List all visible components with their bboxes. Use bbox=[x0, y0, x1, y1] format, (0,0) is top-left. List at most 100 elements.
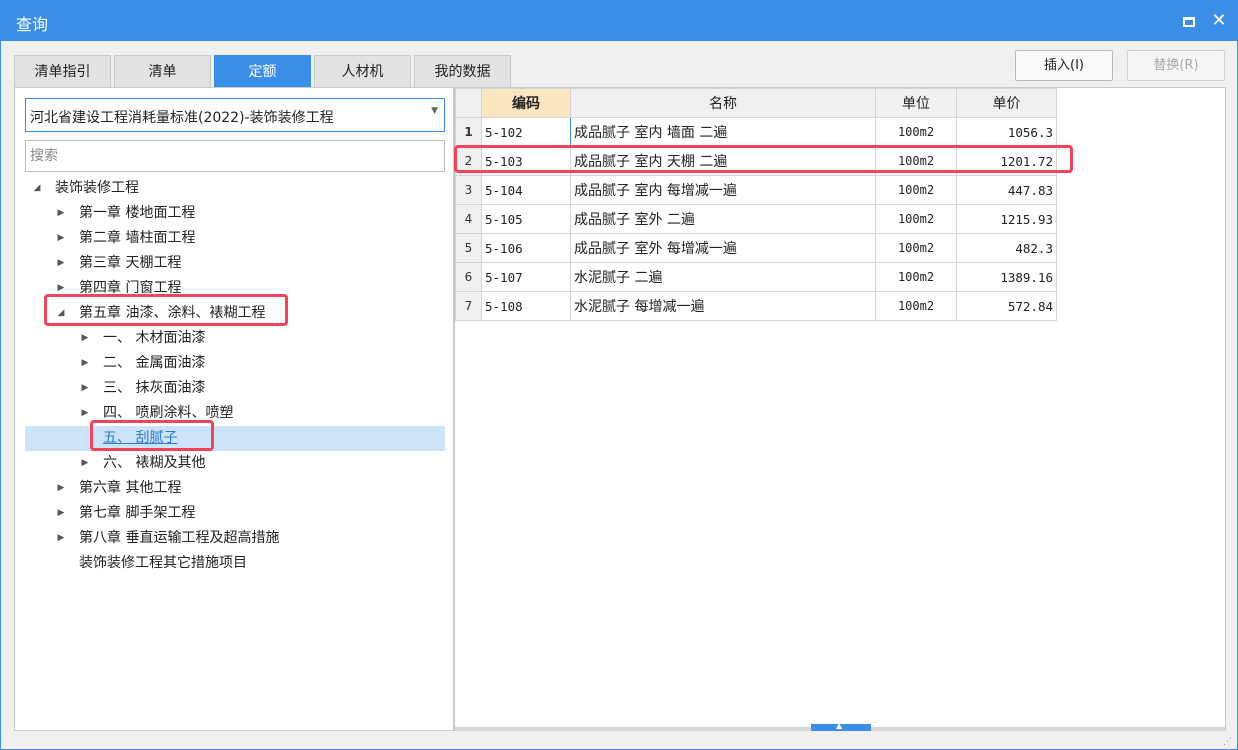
cell-price[interactable]: 1389.16 bbox=[956, 262, 1057, 292]
row-number: 6 bbox=[455, 262, 482, 292]
query-dialog: 查询 ✕ 清单指引 清单 定额 人材机 我的数据 插入(I) 替换(R) 河北省… bbox=[0, 0, 1238, 750]
tab-quota[interactable]: 定额 bbox=[214, 55, 311, 87]
table-row[interactable]: 3 5-104 成品腻子 室内 每增减一遍 100m2 447.83 bbox=[455, 175, 1057, 205]
cell-code[interactable]: 5-106 bbox=[481, 233, 571, 263]
tree-node-label: 第八章 垂直运输工程及超高措施 bbox=[79, 530, 280, 546]
library-select-value: 河北省建设工程消耗量标准(2022)-装饰装修工程 bbox=[30, 110, 334, 126]
tree-node-section-3[interactable]: ▶ 三、 抹灰面油漆 bbox=[25, 376, 445, 401]
chevron-down-icon: ▼ bbox=[431, 106, 438, 116]
tree-node-label: 第一章 楼地面工程 bbox=[79, 205, 196, 221]
cell-unit[interactable]: 100m2 bbox=[875, 233, 957, 263]
cell-unit[interactable]: 100m2 bbox=[875, 204, 957, 234]
collapse-arrow-icon[interactable]: ▶ bbox=[55, 526, 67, 551]
cell-code[interactable]: 5-102 bbox=[481, 117, 571, 147]
highlight-box-chapter-5 bbox=[44, 294, 288, 326]
tree-node-chapter-7[interactable]: ▶ 第七章 脚手架工程 bbox=[25, 501, 445, 526]
row-number: 1 bbox=[455, 117, 482, 147]
tree-node-section-4[interactable]: ▶ 四、 喷刷涂料、喷塑 bbox=[25, 401, 445, 426]
collapse-arrow-icon[interactable]: ▶ bbox=[55, 476, 67, 501]
collapse-arrow-icon[interactable]: ▶ bbox=[55, 501, 67, 526]
column-header-price[interactable]: 单价 bbox=[956, 88, 1057, 118]
cell-name[interactable]: 成品腻子 室外 二遍 bbox=[570, 204, 876, 234]
row-number: 5 bbox=[455, 233, 482, 263]
row-number: 4 bbox=[455, 204, 482, 234]
cell-price[interactable]: 482.3 bbox=[956, 233, 1057, 263]
collapse-arrow-icon[interactable]: ▶ bbox=[55, 226, 67, 251]
table-row[interactable]: 5 5-106 成品腻子 室外 每增减一遍 100m2 482.3 bbox=[455, 233, 1057, 263]
collapse-arrow-icon[interactable]: ▶ bbox=[79, 326, 91, 351]
dialog-title: 查询 bbox=[16, 15, 49, 34]
table-row[interactable]: 7 5-108 水泥腻子 每增减一遍 100m2 572.84 bbox=[455, 291, 1057, 321]
collapse-arrow-icon[interactable]: ▶ bbox=[55, 251, 67, 276]
cell-name[interactable]: 成品腻子 室内 每增减一遍 bbox=[570, 175, 876, 205]
quota-table: 编码 名称 单位 单价 1 5-102 成品腻子 室内 墙面 二遍 100m2 … bbox=[455, 88, 1057, 321]
table-row[interactable]: 1 5-102 成品腻子 室内 墙面 二遍 100m2 1056.3 bbox=[455, 117, 1057, 147]
cell-name[interactable]: 成品腻子 室外 每增减一遍 bbox=[570, 233, 876, 263]
tab-bill[interactable]: 清单 bbox=[114, 55, 211, 87]
tab-bill-guide[interactable]: 清单指引 bbox=[14, 55, 111, 87]
cell-unit[interactable]: 100m2 bbox=[875, 117, 957, 147]
tree-node-section-6[interactable]: ▶ 六、 裱糊及其他 bbox=[25, 451, 445, 476]
collapse-arrow-icon[interactable]: ▶ bbox=[55, 201, 67, 226]
table-header-row: 编码 名称 单位 单价 bbox=[455, 88, 1057, 118]
title-bar: 查询 ✕ bbox=[1, 1, 1237, 41]
tree-node-section-1[interactable]: ▶ 一、 木材面油漆 bbox=[25, 326, 445, 351]
cell-code[interactable]: 5-107 bbox=[481, 262, 571, 292]
cell-price[interactable]: 1056.3 bbox=[956, 117, 1057, 147]
search-input[interactable] bbox=[25, 140, 445, 172]
cell-name[interactable]: 水泥腻子 二遍 bbox=[570, 262, 876, 292]
column-header-unit[interactable]: 单位 bbox=[875, 88, 957, 118]
cell-price[interactable]: 572.84 bbox=[956, 291, 1057, 321]
tree-node-label: 三、 抹灰面油漆 bbox=[103, 380, 206, 396]
maximize-button[interactable] bbox=[1177, 9, 1201, 33]
cell-code[interactable]: 5-105 bbox=[481, 204, 571, 234]
tree-node-label: 一、 木材面油漆 bbox=[103, 330, 206, 346]
tree-node-label: 六、 裱糊及其他 bbox=[103, 455, 206, 471]
column-header-name[interactable]: 名称 bbox=[570, 88, 876, 118]
tab-my-data[interactable]: 我的数据 bbox=[414, 55, 511, 87]
table-row[interactable]: 4 5-105 成品腻子 室外 二遍 100m2 1215.93 bbox=[455, 204, 1057, 234]
tree-node-chapter-6[interactable]: ▶ 第六章 其他工程 bbox=[25, 476, 445, 501]
collapse-arrow-icon[interactable]: ▶ bbox=[79, 451, 91, 476]
expand-icon[interactable]: ◢ bbox=[31, 176, 43, 201]
cell-unit[interactable]: 100m2 bbox=[875, 262, 957, 292]
row-number: 3 bbox=[455, 175, 482, 205]
tree-node-chapter-2[interactable]: ▶ 第二章 墙柱面工程 bbox=[25, 226, 445, 251]
table-row[interactable]: 6 5-107 水泥腻子 二遍 100m2 1389.16 bbox=[455, 262, 1057, 292]
highlight-box-row-2 bbox=[454, 145, 1073, 173]
resize-grip-icon[interactable]: ⋰ bbox=[1223, 737, 1235, 749]
maximize-icon bbox=[1183, 16, 1195, 27]
tree-node-label: 第三章 天棚工程 bbox=[79, 255, 182, 271]
column-header-code[interactable]: 编码 bbox=[481, 88, 571, 118]
tree-node-chapter-3[interactable]: ▶ 第三章 天棚工程 bbox=[25, 251, 445, 276]
cell-name[interactable]: 成品腻子 室内 墙面 二遍 bbox=[570, 117, 876, 147]
insert-button[interactable]: 插入(I) bbox=[1015, 50, 1113, 81]
cell-name[interactable]: 水泥腻子 每增减一遍 bbox=[570, 291, 876, 321]
cell-price[interactable]: 1215.93 bbox=[956, 204, 1057, 234]
cell-price[interactable]: 447.83 bbox=[956, 175, 1057, 205]
library-select[interactable]: 河北省建设工程消耗量标准(2022)-装饰装修工程 ▼ bbox=[25, 98, 445, 132]
close-button[interactable]: ✕ bbox=[1207, 9, 1231, 33]
tree-node-section-5[interactable]: 五、 刮腻子 bbox=[25, 426, 445, 451]
cell-code[interactable]: 5-104 bbox=[481, 175, 571, 205]
tree-node-chapter-1[interactable]: ▶ 第一章 楼地面工程 bbox=[25, 201, 445, 226]
tree-node-label: 第六章 其他工程 bbox=[79, 480, 182, 496]
tree-node-root[interactable]: ◢ 装饰装修工程 bbox=[25, 176, 445, 201]
tree-node-label: 第二章 墙柱面工程 bbox=[79, 230, 196, 246]
tab-labor-material-machine[interactable]: 人材机 bbox=[314, 55, 411, 87]
highlight-box-section-5 bbox=[90, 420, 214, 451]
quota-table-panel: 编码 名称 单位 单价 1 5-102 成品腻子 室内 墙面 二遍 100m2 … bbox=[454, 87, 1226, 731]
scrollbar-thumb[interactable]: ▲ bbox=[811, 721, 871, 731]
collapse-arrow-icon[interactable]: ▶ bbox=[79, 351, 91, 376]
collapse-arrow-icon[interactable]: ▶ bbox=[79, 376, 91, 401]
replace-button[interactable]: 替换(R) bbox=[1127, 50, 1225, 81]
tree-node-other-measures[interactable]: 装饰装修工程其它措施项目 bbox=[25, 551, 445, 576]
horizontal-scrollbar[interactable]: ▲ bbox=[455, 721, 1225, 731]
cell-unit[interactable]: 100m2 bbox=[875, 291, 957, 321]
tree-node-section-2[interactable]: ▶ 二、 金属面油漆 bbox=[25, 351, 445, 376]
tree-node-label: 第七章 脚手架工程 bbox=[79, 505, 196, 521]
cell-code[interactable]: 5-108 bbox=[481, 291, 571, 321]
cell-unit[interactable]: 100m2 bbox=[875, 175, 957, 205]
tree-node-chapter-8[interactable]: ▶ 第八章 垂直运输工程及超高措施 bbox=[25, 526, 445, 551]
chevron-up-icon: ▲ bbox=[836, 721, 843, 730]
